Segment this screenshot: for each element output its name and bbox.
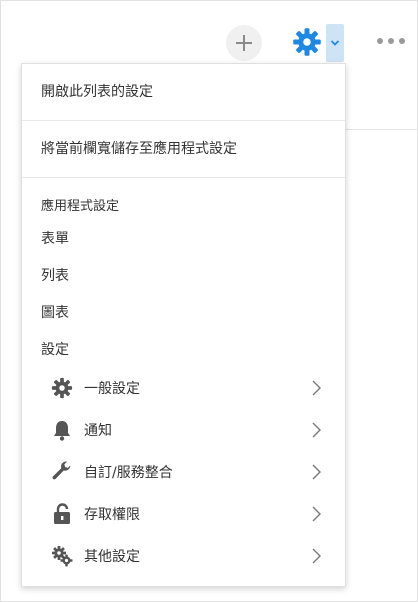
plus-icon bbox=[236, 35, 252, 51]
gear-icon bbox=[293, 28, 321, 56]
more-options-button[interactable] bbox=[374, 30, 408, 52]
app-settings-header: 應用程式設定 bbox=[41, 199, 120, 214]
link-lists-label: 列表 bbox=[41, 268, 69, 284]
gear-icon bbox=[50, 376, 74, 400]
access-permissions-label: 存取權限 bbox=[84, 507, 140, 523]
notifications-label: 通知 bbox=[84, 423, 112, 439]
general-settings-item[interactable]: 一般設定 bbox=[22, 371, 345, 405]
wrench-icon bbox=[50, 460, 74, 484]
bell-icon bbox=[50, 418, 74, 442]
custom-integration-item[interactable]: 自訂/服務整合 bbox=[22, 455, 345, 489]
custom-integration-label: 自訂/服務整合 bbox=[84, 465, 173, 481]
open-list-settings-label: 開啟此列表的設定 bbox=[41, 84, 153, 100]
link-settings-label: 設定 bbox=[41, 342, 69, 358]
ellipsis-icon bbox=[377, 38, 405, 44]
unlock-icon bbox=[50, 502, 74, 526]
gears-icon bbox=[50, 544, 74, 568]
add-button[interactable] bbox=[226, 25, 262, 61]
save-column-width-label: 將當前欄寬儲存至應用程式設定 bbox=[41, 141, 237, 157]
link-charts-label: 圖表 bbox=[41, 305, 69, 321]
menu-divider bbox=[22, 177, 345, 178]
chevron-right-icon bbox=[312, 548, 321, 564]
menu-divider bbox=[22, 120, 345, 121]
settings-dropdown-menu: 開啟此列表的設定 將當前欄寬儲存至應用程式設定 應用程式設定 表單 列表 圖表 … bbox=[21, 63, 346, 587]
chevron-down-icon bbox=[330, 40, 340, 46]
chevron-right-icon bbox=[312, 422, 321, 438]
chevron-right-icon bbox=[312, 464, 321, 480]
general-settings-label: 一般設定 bbox=[84, 381, 140, 397]
chevron-right-icon bbox=[312, 506, 321, 522]
settings-button[interactable] bbox=[291, 26, 323, 58]
other-settings-item[interactable]: 其他設定 bbox=[22, 539, 345, 573]
other-settings-label: 其他設定 bbox=[84, 549, 140, 565]
access-permissions-item[interactable]: 存取權限 bbox=[22, 497, 345, 531]
notifications-item[interactable]: 通知 bbox=[22, 413, 345, 447]
chevron-right-icon bbox=[312, 380, 321, 396]
settings-dropdown-toggle[interactable] bbox=[326, 24, 344, 62]
link-forms-label: 表單 bbox=[41, 231, 69, 247]
background-divider bbox=[345, 129, 418, 130]
